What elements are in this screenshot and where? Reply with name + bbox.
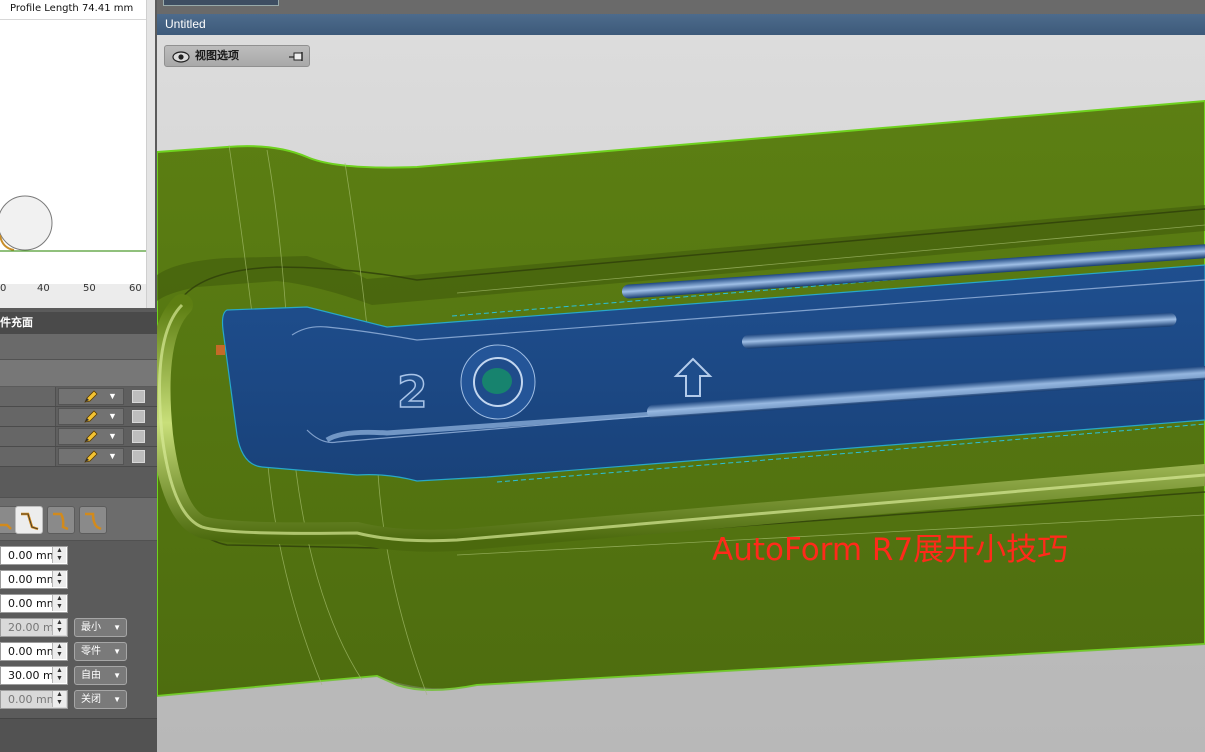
chevron-down-icon: ▼ [113,623,121,632]
chevron-down-icon: ▼ [113,647,121,656]
profile-shape-icon [53,512,69,531]
mode-select[interactable]: 自由 ▼ [74,666,127,685]
visibility-checkbox[interactable] [132,450,145,463]
curve-name-cell[interactable] [0,407,56,426]
profile-tick: 50 [83,283,96,294]
watermark-text: AutoForm R7展开小技巧 [712,532,1069,568]
profile-plot[interactable] [0,20,146,284]
viewport-top-strip [157,0,1205,14]
spinner-icon[interactable]: ▲ ▼ [52,643,66,659]
curve-list-row[interactable]: ▼ [0,427,157,447]
chevron-down-icon: ▼ [113,695,121,704]
viewport-title: Untitled [157,14,1205,35]
curve-list-row[interactable]: ▼ [0,447,157,467]
profile-length-label: Profile Length 74.41 mm [0,0,146,20]
dropdown-arrow-icon[interactable]: ▼ [108,411,117,421]
mode-select-value: 零件 [81,646,101,657]
panel-band [0,360,157,386]
mode-select-value: 最小 [81,622,101,633]
eye-icon [172,51,190,63]
visibility-checkbox[interactable] [132,430,145,443]
profile-shape-button[interactable] [79,506,107,534]
mode-select-value: 自由 [81,670,101,681]
tab-stub[interactable] [163,0,279,6]
spinner-icon[interactable]: ▲ ▼ [52,547,66,563]
profile-tick: 0 [0,283,7,294]
spinner-icon[interactable]: ▲ ▼ [52,667,66,683]
dropdown-arrow-icon[interactable]: ▼ [108,391,117,401]
profile-panel: Profile Length 74.41 mm 0 40 50 60 [0,0,155,308]
panel-band [0,334,157,360]
profile-tool-bar [0,497,157,541]
hole-center-mark [482,368,512,394]
curve-list-row[interactable]: ▼ [0,387,157,407]
spinner-icon[interactable]: ▲ ▼ [52,619,66,635]
pencil-icon [84,450,98,463]
mode-select[interactable]: 关闭 ▼ [74,690,127,709]
visibility-checkbox[interactable] [132,390,145,403]
pencil-icon [84,410,98,423]
profile-scrollbar[interactable] [146,0,155,308]
mode-select[interactable]: 最小 ▼ [74,618,127,637]
pencil-icon [84,390,98,403]
profile-tool-radius [0,195,53,251]
spinner-icon[interactable]: ▲ ▼ [52,595,66,611]
curve-name-cell[interactable] [0,387,56,406]
part-number-emboss: 2 [397,367,428,418]
3d-viewport[interactable]: 2 视图选项 AutoForm R7展开小技巧 [157,35,1205,752]
dropdown-arrow-icon[interactable]: ▼ [108,451,117,461]
curve-list-row[interactable]: ▼ [0,407,157,427]
mode-select-value: 关闭 [81,694,101,705]
profile-shape-button-active[interactable] [15,506,43,534]
pencil-icon [84,430,98,443]
left-panel: Profile Length 74.41 mm 0 40 50 60 件充面 ▼… [0,0,157,752]
view-options-label: 视图选项 [195,49,239,62]
profile-tick: 60 [129,283,142,294]
chevron-down-icon: ▼ [113,671,121,680]
profile-shape-icon [21,512,39,531]
profile-shape-icon [85,512,102,531]
profile-shape-button[interactable] [47,506,75,534]
blank-marker [216,345,225,355]
panel-footer [0,718,157,752]
profile-tick: 40 [37,283,50,294]
visibility-checkbox[interactable] [132,410,145,423]
section-title: 件充面 [0,312,157,334]
dropdown-arrow-icon[interactable]: ▼ [108,431,117,441]
spinner-icon[interactable]: ▲ ▼ [52,571,66,587]
view-options-button[interactable]: 视图选项 [164,45,310,67]
curve-name-cell[interactable] [0,427,56,446]
pin-icon[interactable] [289,50,305,64]
mode-select[interactable]: 零件 ▼ [74,642,127,661]
spinner-icon[interactable]: ▲ ▼ [52,691,66,707]
curve-name-cell[interactable] [0,447,56,466]
